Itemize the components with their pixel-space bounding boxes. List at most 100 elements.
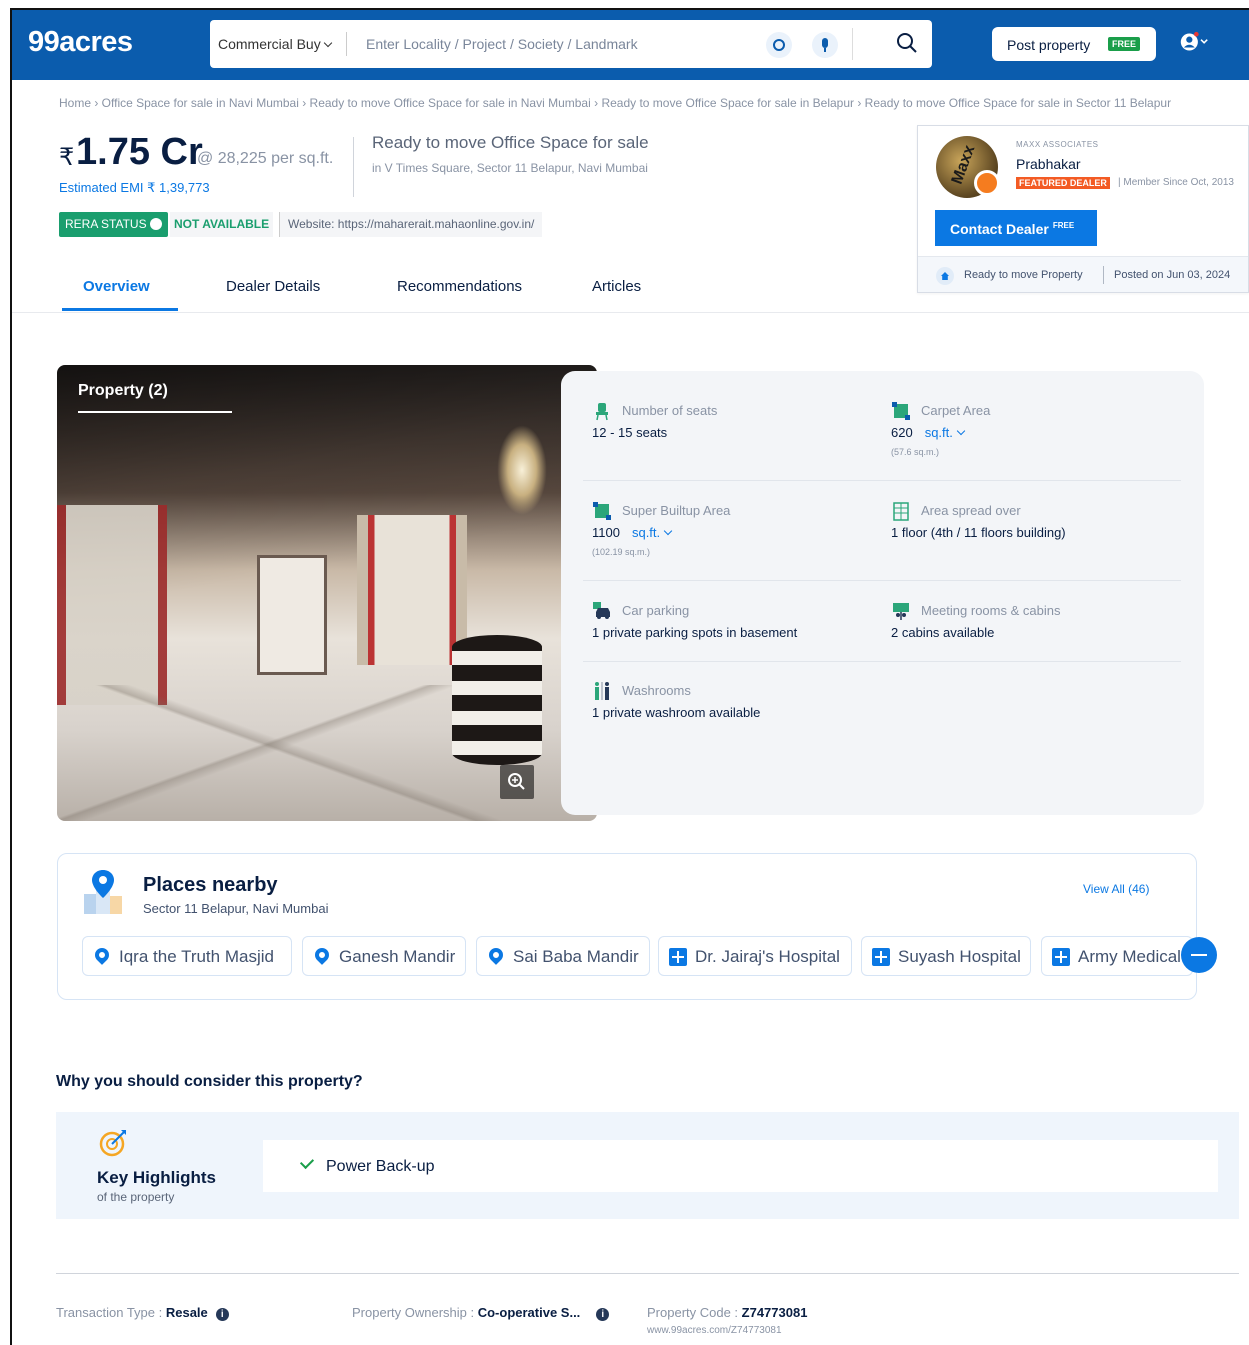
member-since: | Member Since Oct, 2013 — [1118, 177, 1234, 188]
property-title: Ready to move Office Space for sale — [372, 133, 649, 152]
location-pin-icon — [486, 945, 506, 965]
place-chip[interactable]: Suyash Hospital — [861, 936, 1031, 976]
fact-sub: (102.19 sq.m.) — [592, 547, 651, 557]
home-icon — [936, 267, 954, 285]
fact-value: 1 private parking spots in basement — [592, 625, 798, 640]
info-icon[interactable]: i — [215, 1308, 229, 1321]
place-chip[interactable]: Iqra the Truth Masjid — [82, 936, 292, 976]
search-divider — [346, 32, 347, 56]
tabs-divider — [12, 312, 1249, 313]
photo-pillar — [452, 635, 542, 765]
location-pin-icon — [312, 945, 332, 965]
tab-dealer-details[interactable]: Dealer Details — [226, 278, 320, 295]
property-code-url[interactable]: www.99acres.com/Z74773081 — [647, 1325, 782, 1336]
photo-chandelier — [497, 425, 547, 515]
top-header: 99acres Commercial Buy Enter Locality / … — [12, 10, 1249, 80]
place-name: Suyash Hospital — [898, 947, 1021, 966]
carpet-area-value: 620 — [891, 425, 913, 440]
dealer-name[interactable]: Prabhakar — [1016, 156, 1081, 172]
rera-status-value: NOT AVAILABLE — [170, 212, 274, 237]
info-icon[interactable]: i — [596, 1308, 610, 1321]
fact-value: 1 private washroom available — [592, 705, 761, 720]
photo-door — [257, 555, 327, 675]
estimated-emi-link[interactable]: Estimated EMI ₹ 1,39,773 — [59, 180, 210, 196]
tab-articles[interactable]: Articles — [592, 278, 641, 295]
fact-sub: (57.6 sq.m.) — [891, 447, 940, 457]
fact-label: Number of seats — [622, 403, 718, 418]
checkmark-icon — [299, 1154, 315, 1170]
washroom-icon — [595, 682, 609, 700]
property-ownership: Property Ownership : Co-operative S... i — [352, 1305, 610, 1321]
fact-label: Carpet Area — [921, 403, 991, 418]
property-address: in V Times Square, Sector 11 Belapur, Na… — [372, 161, 648, 175]
locate-me-icon[interactable] — [766, 32, 792, 58]
featured-dealer-badge: FEATURED DEALER — [1016, 177, 1110, 189]
tab-recommendations[interactable]: Recommendations — [397, 278, 522, 295]
hospital-icon — [1052, 948, 1070, 966]
places-nearby-icon — [84, 870, 122, 914]
rera-website[interactable]: Website: https://maharerait.mahaonline.g… — [279, 212, 543, 237]
property-facts-panel: Number of seats 12 - 15 seats Carpet Are… — [561, 371, 1204, 815]
microphone-icon[interactable] — [812, 32, 838, 58]
place-chip[interactable]: Sai Baba Mandir — [476, 936, 650, 976]
property-photo-gallery[interactable]: Property (2) — [57, 365, 597, 821]
place-name: Sai Baba Mandir — [513, 947, 639, 966]
rera-status-label: RERA STATUS — [65, 217, 147, 231]
rera-status-badge: RERA STATUS — [59, 212, 168, 237]
fact-value: 1100 sq.ft. — [592, 525, 673, 540]
fact-label: Washrooms — [622, 683, 691, 698]
zoom-in-icon[interactable] — [500, 765, 534, 799]
fact-label: Meeting rooms & cabins — [921, 603, 1061, 618]
chevron-down-icon — [663, 526, 673, 536]
currency-symbol: ₹ — [59, 144, 75, 171]
contact-free-badge: FREE — [1052, 221, 1075, 230]
location-pin-icon — [92, 945, 112, 965]
dealer-card: Maxx MAXX ASSOCIATES Prabhakar FEATURED … — [917, 125, 1249, 293]
place-chip[interactable]: Army Medical — [1041, 936, 1193, 976]
meeting-room-icon — [893, 603, 909, 620]
contact-dealer-button[interactable]: Contact Dealer FREE — [935, 210, 1097, 246]
post-property-label: Post property — [1007, 37, 1091, 53]
info-icon[interactable] — [149, 218, 162, 230]
user-account-icon[interactable] — [1180, 28, 1208, 56]
ownership-value: Co-operative S... — [477, 1305, 581, 1320]
place-name: Ganesh Mandir — [339, 947, 456, 966]
tab-overview[interactable]: Overview — [83, 278, 150, 295]
place-chip[interactable]: Ganesh Mandir — [302, 936, 466, 976]
active-tab-indicator — [62, 308, 178, 311]
ownership-label: Property Ownership : — [352, 1305, 478, 1320]
search-icon[interactable] — [896, 32, 918, 54]
transaction-label: Transaction Type : — [56, 1305, 166, 1320]
gallery-caption: Property (2) — [78, 382, 168, 399]
breadcrumb[interactable]: Home › Office Space for sale in Navi Mum… — [59, 96, 1171, 110]
builtup-area-value: 1100 — [592, 525, 620, 540]
search-input[interactable]: Enter Locality / Project / Society / Lan… — [366, 36, 638, 52]
target-icon — [99, 1130, 126, 1157]
fact-value: 620 sq.ft. — [891, 425, 966, 440]
highlight-item: Power Back-up — [326, 1158, 435, 1175]
fact-value: 1 floor (4th / 11 floors building) — [891, 525, 1066, 540]
price-divider — [353, 137, 354, 197]
search-type-label: Commercial Buy — [218, 36, 321, 52]
carpet-unit-dropdown[interactable]: sq.ft. — [925, 425, 966, 440]
facts-divider — [583, 580, 1181, 581]
posted-date: Posted on Jun 03, 2024 — [1114, 269, 1231, 281]
facts-divider — [583, 480, 1181, 481]
key-highlights-title: Key Highlights — [97, 1168, 217, 1187]
key-highlights-subtitle: of the property — [97, 1190, 175, 1204]
code-value: Z74773081 — [741, 1305, 808, 1320]
search-divider-2 — [852, 28, 853, 60]
post-property-button[interactable]: Post property FREE — [992, 27, 1156, 61]
key-highlights-section: Key Highlights of the property Power Bac… — [56, 1112, 1239, 1219]
builtup-unit-dropdown[interactable]: sq.ft. — [632, 525, 673, 540]
scroll-right-button[interactable] — [1181, 937, 1217, 973]
fact-value: 2 cabins available — [891, 625, 995, 640]
view-all-link[interactable]: View All (46) — [1083, 882, 1149, 896]
price: 1.75 Cr — [76, 131, 203, 173]
price-per-sqft: @ 28,225 per sq.ft. — [197, 150, 334, 167]
site-logo[interactable]: 99acres — [28, 26, 133, 59]
fact-value: 12 - 15 seats — [592, 425, 668, 440]
photo-wall-left — [57, 505, 167, 705]
place-chip[interactable]: Dr. Jairaj's Hospital — [658, 936, 852, 976]
search-type-dropdown[interactable]: Commercial Buy — [218, 36, 332, 52]
